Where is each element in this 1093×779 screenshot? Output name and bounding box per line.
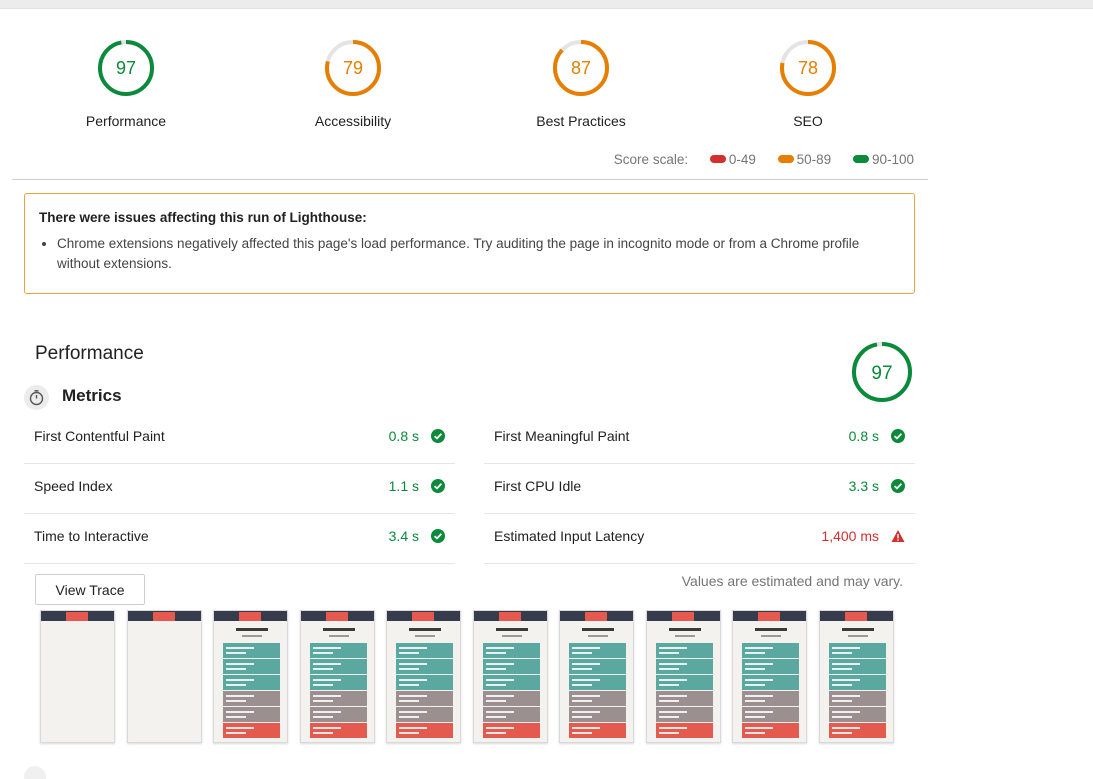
run-warning-box: There were issues affecting this run of … xyxy=(24,193,915,294)
gauge-ring: 87 xyxy=(553,40,609,96)
estimate-note: Values are estimated and may vary. xyxy=(681,573,903,589)
check-circle-icon xyxy=(431,429,445,443)
metric-value: 0.8 s xyxy=(388,428,419,444)
filmstrip-frame xyxy=(299,610,375,743)
score-scale-label: Score scale: xyxy=(613,152,689,167)
metric-speed-index: Speed Index 1.1 s xyxy=(24,464,455,514)
metric-name: First Contentful Paint xyxy=(34,428,165,444)
warning-triangle-icon xyxy=(891,530,905,542)
scale-pill-orange-icon xyxy=(777,155,794,163)
warning-title: There were issues affecting this run of … xyxy=(39,210,367,225)
gauge-score: 97 xyxy=(116,58,136,78)
next-section-icon xyxy=(24,766,46,779)
gauge-best-practices[interactable]: 87 Best Practices xyxy=(516,38,646,138)
gauge-accessibility[interactable]: 79 Accessibility xyxy=(288,38,418,138)
metric-value: 1,400 ms xyxy=(821,528,879,544)
score-scale: Score scale: 0-49 50-89 90-100 xyxy=(0,152,914,172)
metric-first-meaningful-paint: First Meaningful Paint 0.8 s xyxy=(484,414,915,464)
filmstrip-frame xyxy=(645,610,721,743)
gauge-score: 78 xyxy=(798,58,818,78)
gauge-ring: 97 xyxy=(98,40,154,96)
check-circle-icon xyxy=(891,429,905,443)
scale-range: 50-89 xyxy=(796,152,832,167)
performance-section-gauge: 97 xyxy=(850,340,914,409)
gauge-performance[interactable]: 97 Performance xyxy=(61,38,191,138)
metric-time-to-interactive: Time to Interactive 3.4 s xyxy=(24,514,455,564)
warning-list: Chrome extensions negatively affected th… xyxy=(57,234,900,274)
filmstrip-frame xyxy=(40,610,115,743)
filmstrip-frame xyxy=(126,610,202,743)
section-divider xyxy=(12,179,928,180)
performance-gauge-ring: 97 xyxy=(852,342,912,402)
gauge-ring: 78 xyxy=(780,40,836,96)
check-circle-icon xyxy=(431,529,445,543)
metric-value: 1.1 s xyxy=(388,478,419,494)
scale-pill-green-icon xyxy=(852,155,869,163)
gauge-score: 87 xyxy=(571,58,591,78)
metric-name: Time to Interactive xyxy=(34,528,149,544)
metric-name: Estimated Input Latency xyxy=(494,528,645,544)
summary-gauges: 97 Performance 79 Accessibility 87 Best … xyxy=(12,38,928,138)
scale-pill-red-icon xyxy=(709,155,726,163)
filmstrip-frame xyxy=(472,610,548,743)
scale-range: 0-49 xyxy=(728,152,756,167)
metric-value: 3.4 s xyxy=(388,528,419,544)
gauge-label: SEO xyxy=(793,113,823,129)
check-circle-icon xyxy=(431,479,445,493)
filmstrip-frame xyxy=(818,610,894,743)
top-toolbar-strip xyxy=(0,0,1093,9)
gauge-score: 79 xyxy=(343,58,363,78)
metric-name: First CPU Idle xyxy=(494,478,582,494)
scale-range: 90-100 xyxy=(871,152,914,167)
gauge-label: Best Practices xyxy=(536,113,626,129)
warning-item: Chrome extensions negatively affected th… xyxy=(57,234,900,274)
metric-value: 0.8 s xyxy=(848,428,879,444)
performance-gauge-score: 97 xyxy=(871,363,892,384)
check-circle-icon xyxy=(891,479,905,493)
metric-first-contentful-paint: First Contentful Paint 0.8 s xyxy=(24,414,455,464)
gauge-label: Accessibility xyxy=(314,113,392,129)
filmstrip-frame xyxy=(559,610,634,743)
gauge-seo[interactable]: 78 SEO xyxy=(743,38,873,138)
metric-first-cpu-idle: First CPU Idle 3.3 s xyxy=(484,464,915,514)
filmstrip xyxy=(40,610,900,743)
gauge-ring: 79 xyxy=(325,40,381,96)
filmstrip-frame xyxy=(213,610,288,743)
performance-section-title: Performance xyxy=(35,343,144,364)
metric-name: Speed Index xyxy=(34,478,113,494)
view-trace-button[interactable]: View Trace xyxy=(35,574,145,605)
filmstrip-frame xyxy=(386,610,461,743)
stopwatch-icon xyxy=(24,385,49,410)
metric-value: 3.3 s xyxy=(848,478,879,494)
metrics-title: Metrics xyxy=(62,386,122,405)
metric-estimated-input-latency: Estimated Input Latency 1,400 ms xyxy=(484,514,915,564)
gauge-label: Performance xyxy=(85,113,167,129)
metric-name: First Meaningful Paint xyxy=(494,428,630,444)
filmstrip-frame xyxy=(732,610,807,743)
